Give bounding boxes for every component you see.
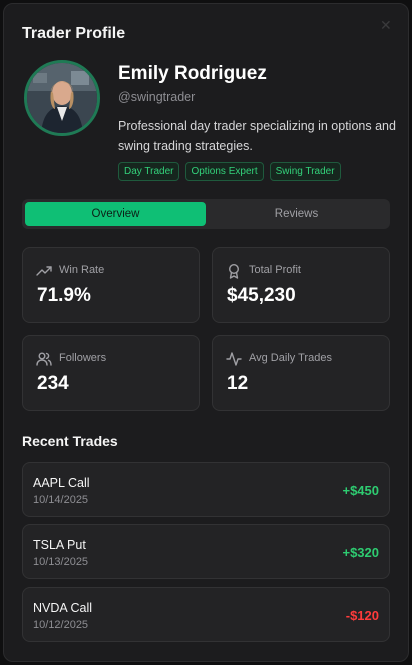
stat-label: Total Profit bbox=[249, 264, 301, 276]
trade-date: 10/14/2025 bbox=[33, 494, 89, 506]
tag-list: Day Trader Options Expert Swing Trader bbox=[118, 162, 341, 181]
stat-card-win-rate: Win Rate 71.9% bbox=[22, 247, 200, 323]
activity-icon bbox=[226, 351, 242, 367]
stat-card-followers: Followers 234 bbox=[22, 335, 200, 411]
modal-title: Trader Profile bbox=[22, 25, 126, 42]
tag-options-expert: Options Expert bbox=[185, 162, 264, 181]
profile-tabs: Overview Reviews bbox=[22, 199, 390, 229]
recent-trades-heading: Recent Trades bbox=[22, 433, 118, 449]
stat-label: Win Rate bbox=[59, 264, 105, 276]
trending-up-icon bbox=[36, 263, 52, 279]
tab-overview[interactable]: Overview bbox=[25, 202, 206, 226]
stat-card-total-profit: Total Profit $45,230 bbox=[212, 247, 390, 323]
trader-profile-modal: Trader Profile ✕ Emily Rodriguez @swingt… bbox=[3, 3, 409, 662]
award-icon bbox=[226, 263, 242, 279]
trader-bio: Professional day trader specializing in … bbox=[118, 119, 396, 153]
stat-card-avg-daily-trades: Avg Daily Trades 12 bbox=[212, 335, 390, 411]
trader-handle: @swingtrader bbox=[118, 90, 196, 104]
trade-row[interactable]: AAPL Call 10/14/2025 +$450 bbox=[22, 462, 390, 517]
tab-reviews[interactable]: Reviews bbox=[206, 202, 387, 226]
trader-name: Emily Rodriguez bbox=[118, 63, 267, 84]
stat-value: 234 bbox=[37, 373, 69, 394]
stat-value: 12 bbox=[227, 373, 249, 394]
stat-label: Followers bbox=[59, 352, 107, 364]
trade-pnl: +$320 bbox=[342, 545, 379, 560]
avatar bbox=[24, 60, 100, 136]
trade-symbol: AAPL Call bbox=[33, 476, 90, 490]
users-icon bbox=[36, 351, 52, 367]
trade-symbol: NVDA Call bbox=[33, 601, 93, 615]
trade-date: 10/12/2025 bbox=[33, 619, 89, 631]
trade-row[interactable]: NVDA Call 10/12/2025 -$120 bbox=[22, 587, 390, 642]
trade-row[interactable]: TSLA Put 10/13/2025 +$320 bbox=[22, 524, 390, 579]
stat-value: $45,230 bbox=[227, 285, 296, 306]
trade-pnl: -$120 bbox=[345, 608, 379, 623]
trade-date: 10/13/2025 bbox=[33, 556, 89, 568]
stat-value: 71.9% bbox=[37, 285, 91, 306]
stat-label: Avg Daily Trades bbox=[249, 352, 332, 364]
trade-symbol: TSLA Put bbox=[33, 538, 86, 552]
trade-pnl: +$450 bbox=[342, 483, 379, 498]
close-icon[interactable]: ✕ bbox=[380, 18, 394, 32]
tag-day-trader: Day Trader bbox=[118, 162, 180, 181]
tag-swing-trader: Swing Trader bbox=[269, 162, 341, 181]
